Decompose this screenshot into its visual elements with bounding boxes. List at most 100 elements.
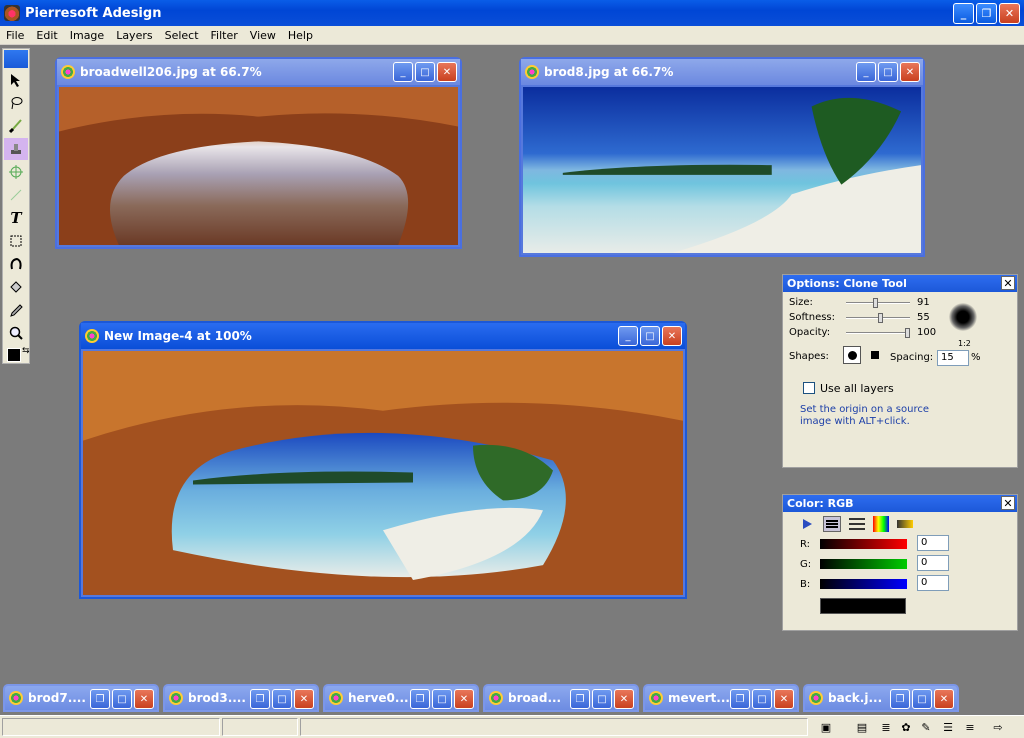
brush-icon[interactable]	[4, 115, 28, 137]
crop-icon[interactable]	[4, 230, 28, 252]
restore-button[interactable]: ❐	[410, 689, 430, 709]
windows-icon[interactable]: ▤	[854, 719, 870, 735]
close-button[interactable]: ✕	[134, 689, 154, 709]
clone-stamp-icon[interactable]	[4, 138, 28, 160]
toolbox-header[interactable]	[4, 50, 28, 68]
transform-icon[interactable]	[4, 161, 28, 183]
spacing-input[interactable]: 15	[937, 350, 969, 366]
close-button[interactable]: ✕	[774, 689, 794, 709]
menu-file[interactable]: File	[0, 29, 30, 42]
minimized-window[interactable]: mevert... ❐ □ ✕	[643, 684, 799, 712]
select-arrow-icon[interactable]	[4, 69, 28, 91]
lasso-icon[interactable]	[4, 92, 28, 114]
maximize-button[interactable]: □	[912, 689, 932, 709]
softness-slider[interactable]	[846, 313, 910, 323]
maximize-button[interactable]: □	[592, 689, 612, 709]
exit-icon[interactable]: ⇨	[990, 719, 1006, 735]
minimized-window[interactable]: back.j... ❐ □ ✕	[803, 684, 959, 712]
maximize-button[interactable]: □	[432, 689, 452, 709]
current-color-swatch[interactable]	[820, 598, 906, 614]
menu-view[interactable]: View	[244, 29, 282, 42]
palette-icon[interactable]: ✿	[898, 719, 914, 735]
eyedropper-icon[interactable]	[4, 299, 28, 321]
panels-icon[interactable]: ☰	[940, 719, 956, 735]
tropical-beach-image[interactable]	[523, 87, 921, 253]
softness-slider-knob[interactable]	[878, 313, 884, 323]
doc-maximize-button[interactable]: □	[640, 326, 660, 346]
color-panel-close-button[interactable]: ✕	[1001, 496, 1015, 510]
document-window[interactable]: brod8.jpg at 66.7% _ □ ✕	[519, 57, 925, 257]
round-shape-button[interactable]	[843, 346, 861, 364]
close-button[interactable]: ✕	[999, 3, 1020, 24]
r-input[interactable]: 0	[917, 535, 949, 551]
list-icon[interactable]: ≡	[962, 719, 978, 735]
fill-bucket-icon[interactable]	[4, 276, 28, 298]
g-input[interactable]: 0	[917, 555, 949, 571]
app-icon[interactable]	[4, 5, 20, 21]
options-panel-close-button[interactable]: ✕	[1001, 276, 1015, 290]
b-input[interactable]: 0	[917, 575, 949, 591]
color-mode-icon[interactable]	[799, 516, 815, 532]
color-panel-titlebar[interactable]: Color: RGB ✕	[783, 495, 1017, 512]
options-panel-titlebar[interactable]: Options: Clone Tool ✕	[783, 275, 1017, 292]
close-button[interactable]: ✕	[294, 689, 314, 709]
restore-button[interactable]: ❐	[890, 689, 910, 709]
document-window[interactable]: New Image-4 at 100% _ □ ✕	[79, 321, 687, 599]
use-all-layers-checkbox[interactable]	[803, 382, 815, 394]
close-button[interactable]: ✕	[454, 689, 474, 709]
text-icon[interactable]: T	[4, 207, 28, 229]
document-titlebar[interactable]: New Image-4 at 100%	[81, 323, 685, 349]
maximize-button[interactable]: □	[272, 689, 292, 709]
menu-select[interactable]: Select	[159, 29, 205, 42]
restore-button[interactable]: ❐	[250, 689, 270, 709]
square-shape-button[interactable]	[871, 351, 879, 359]
swap-colors-icon[interactable]: ⇆	[22, 346, 30, 356]
menu-filter[interactable]: Filter	[205, 29, 244, 42]
menu-layers[interactable]: Layers	[110, 29, 158, 42]
monitor-icon[interactable]: ▣	[818, 719, 834, 735]
arch-canyon-image[interactable]	[59, 87, 458, 245]
restore-button[interactable]: ❐	[730, 689, 750, 709]
opacity-slider[interactable]	[846, 328, 910, 338]
document-window[interactable]: broadwell206.jpg at 66.7% _ □ ✕	[55, 57, 462, 249]
r-slider[interactable]	[820, 539, 907, 549]
doc-close-button[interactable]: ✕	[437, 62, 457, 82]
minimized-window[interactable]: broad... ❐ □ ✕	[483, 684, 639, 712]
hsv-sliders-icon[interactable]	[849, 516, 865, 532]
minimize-button[interactable]: _	[953, 3, 974, 24]
maximize-button[interactable]: ❐	[976, 3, 997, 24]
line-icon[interactable]	[4, 184, 28, 206]
doc-maximize-button[interactable]: □	[415, 62, 435, 82]
doc-close-button[interactable]: ✕	[662, 326, 682, 346]
minimized-window[interactable]: brod7.... ❐ □ ✕	[3, 684, 159, 712]
gradient-icon[interactable]	[4, 253, 28, 275]
maximize-button[interactable]: □	[112, 689, 132, 709]
swatch-palette-icon[interactable]	[897, 520, 913, 528]
minimized-window[interactable]: herve0... ❐ □ ✕	[323, 684, 479, 712]
brush-tool-icon[interactable]: ✎	[918, 719, 934, 735]
doc-minimize-button[interactable]: _	[393, 62, 413, 82]
doc-maximize-button[interactable]: □	[878, 62, 898, 82]
composite-image[interactable]	[83, 351, 683, 595]
zoom-icon[interactable]	[4, 322, 28, 344]
restore-button[interactable]: ❐	[90, 689, 110, 709]
b-slider[interactable]	[820, 579, 907, 589]
restore-button[interactable]: ❐	[570, 689, 590, 709]
minimized-window[interactable]: brod3.... ❐ □ ✕	[163, 684, 319, 712]
layers-icon[interactable]: ≣	[878, 719, 894, 735]
menu-image[interactable]: Image	[64, 29, 110, 42]
size-slider[interactable]	[846, 298, 910, 308]
foreground-color-swatch[interactable]	[7, 348, 21, 362]
close-button[interactable]: ✕	[934, 689, 954, 709]
doc-minimize-button[interactable]: _	[856, 62, 876, 82]
menu-edit[interactable]: Edit	[30, 29, 63, 42]
g-slider[interactable]	[820, 559, 907, 569]
opacity-slider-knob[interactable]	[905, 328, 910, 338]
doc-minimize-button[interactable]: _	[618, 326, 638, 346]
menu-help[interactable]: Help	[282, 29, 319, 42]
size-slider-knob[interactable]	[873, 298, 879, 308]
close-button[interactable]: ✕	[614, 689, 634, 709]
rgb-sliders-icon[interactable]	[823, 516, 841, 532]
maximize-button[interactable]: □	[752, 689, 772, 709]
doc-close-button[interactable]: ✕	[900, 62, 920, 82]
